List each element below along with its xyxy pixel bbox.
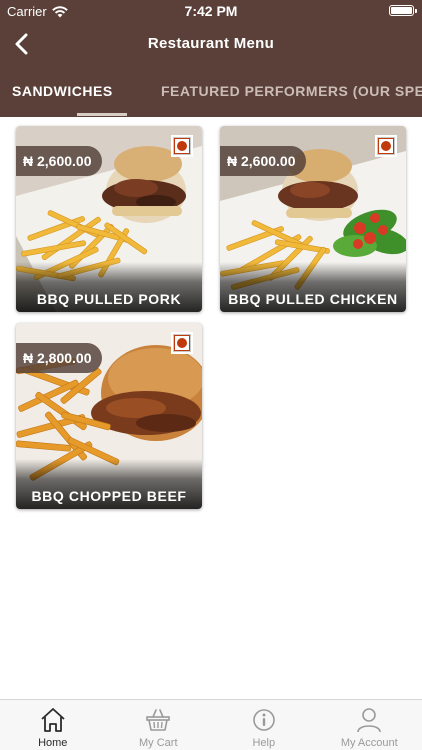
non-veg-indicator-icon [171, 135, 193, 157]
category-tabs: SANDWICHES FEATURED PERFORMERS (OUR SPE [0, 66, 422, 117]
menu-item-name: BBQ PULLED PORK [36, 291, 182, 307]
bottom-tab-help[interactable]: Help [211, 700, 317, 750]
bottom-tab-label: Help [252, 737, 276, 749]
menu-item-card-bbq-pulled-chicken[interactable]: ₦ 2,600.00 BBQ PULLED CHICKEN [220, 126, 406, 312]
tab-featured-performers[interactable]: FEATURED PERFORMERS (OUR SPE [161, 83, 422, 99]
bottom-tab-label: Home [38, 737, 68, 749]
price-tag: ₦ 2,600.00 [16, 146, 102, 176]
basket-icon [146, 709, 171, 731]
bottom-tab-bar: Home My Cart Help My Account [0, 699, 422, 750]
bottom-tab-label: My Cart [139, 737, 178, 749]
non-veg-indicator-icon [375, 135, 397, 157]
bottom-tab-my-cart[interactable]: My Cart [106, 700, 212, 750]
user-icon [357, 708, 382, 733]
bottom-tab-home[interactable]: Home [0, 700, 106, 750]
menu-item-name: BBQ PULLED CHICKEN [228, 291, 398, 307]
price-tag: ₦ 2,800.00 [16, 343, 102, 373]
page-title: Restaurant Menu [147, 35, 275, 52]
restaurant-menu-screen: Carrier 7:42 PM Restaurant Menu SANDWICH… [0, 0, 422, 750]
non-veg-indicator-icon [171, 332, 193, 354]
active-tab-indicator [77, 113, 127, 116]
price-tag: ₦ 2,600.00 [220, 146, 306, 176]
home-icon [41, 708, 65, 732]
tab-sandwiches[interactable]: SANDWICHES [12, 83, 113, 99]
bottom-tab-label: My Account [340, 737, 398, 749]
header: Carrier 7:42 PM Restaurant Menu SANDWICH… [0, 0, 422, 117]
status-bar: Carrier 7:42 PM [0, 0, 422, 22]
battery-icon [389, 5, 417, 16]
menu-item-name: BBQ CHOPPED BEEF [31, 488, 187, 504]
bottom-tab-my-account[interactable]: My Account [317, 700, 422, 750]
info-icon [252, 709, 275, 731]
menu-item-card-bbq-pulled-pork[interactable]: ₦ 2,600.00 BBQ PULLED PORK [16, 126, 202, 312]
nav-bar: Restaurant Menu [0, 22, 422, 66]
status-time: 7:42 PM [184, 3, 238, 19]
menu-item-card-bbq-chopped-beef[interactable]: ₦ 2,800.00 BBQ CHOPPED BEEF [16, 323, 202, 509]
